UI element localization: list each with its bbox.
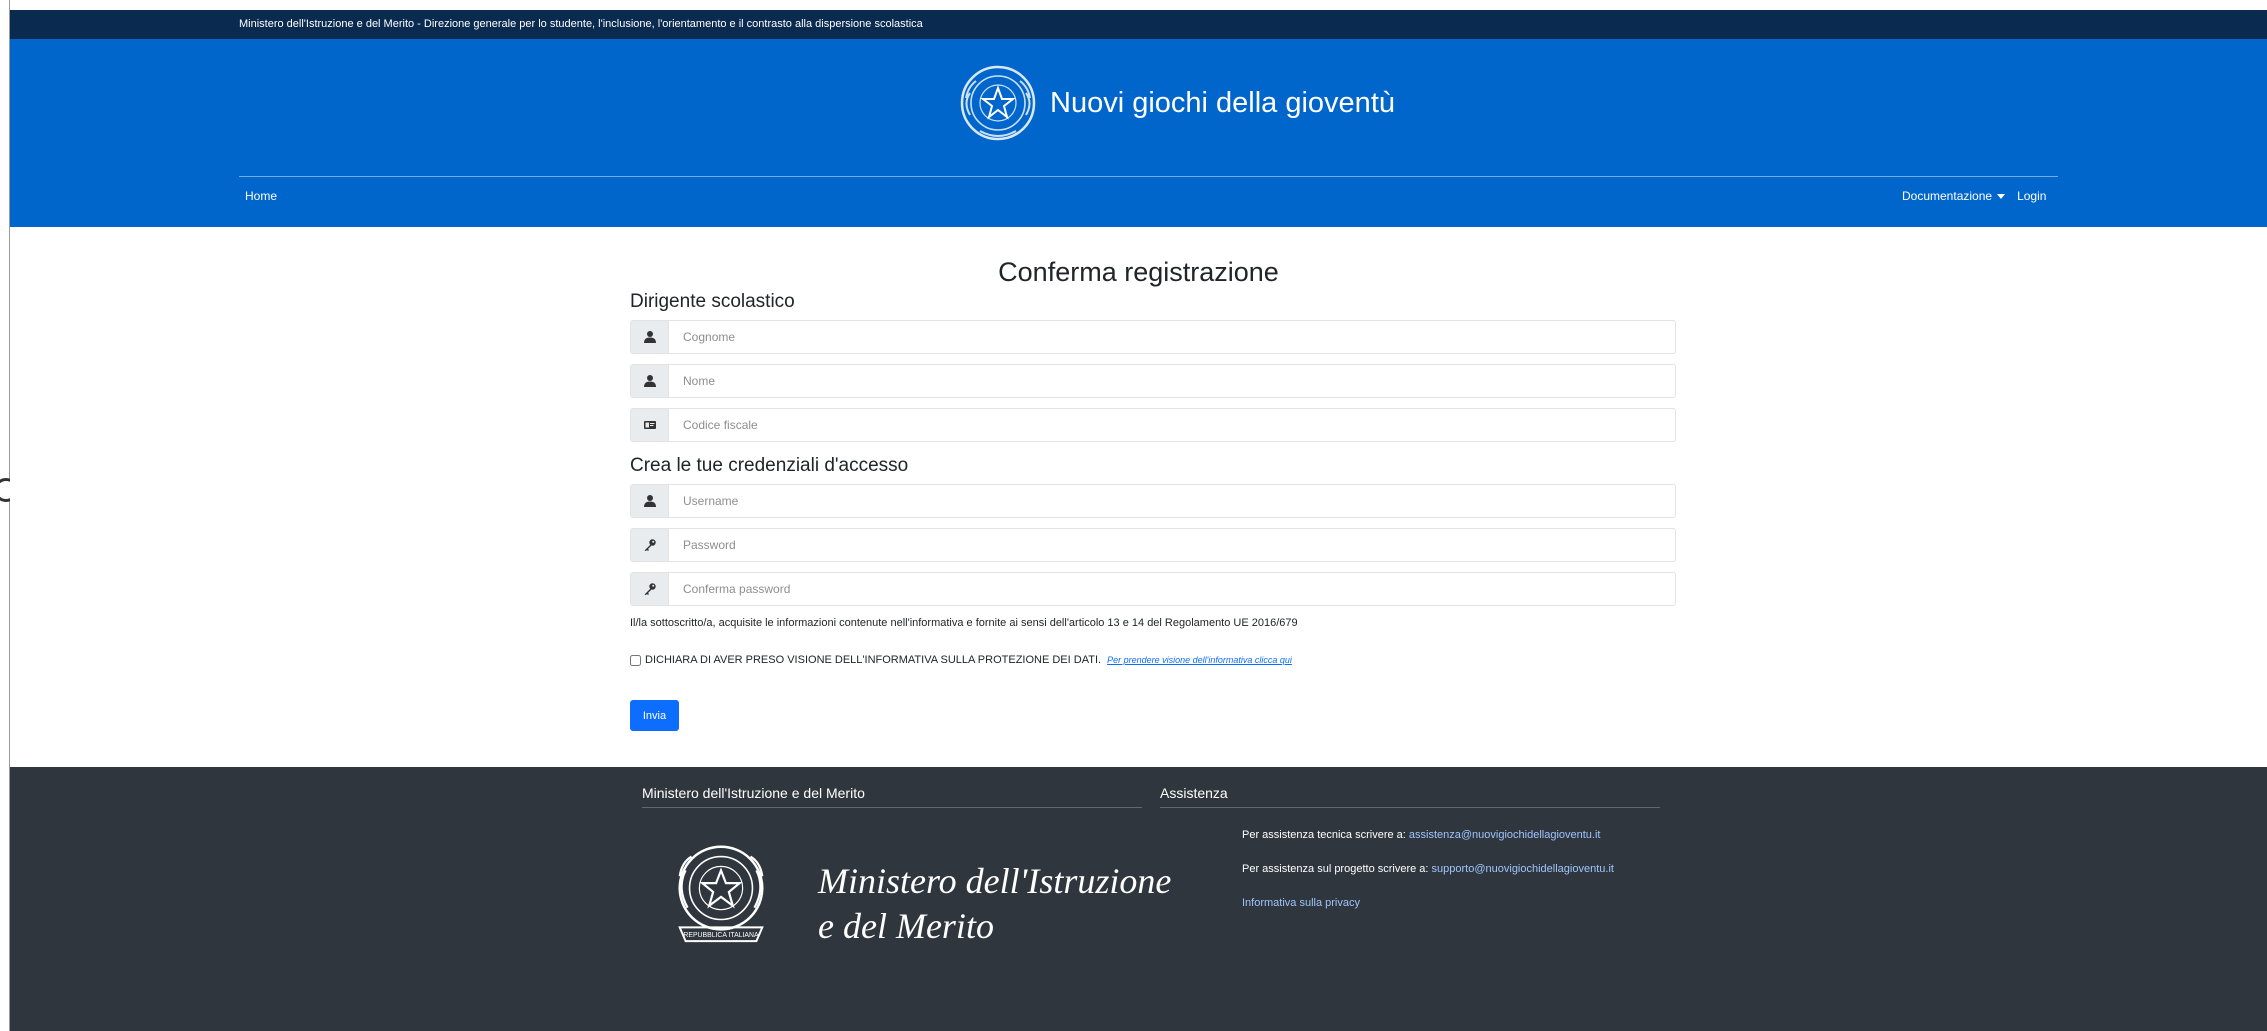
- footer-divider: [1160, 807, 1660, 808]
- tech-support-email[interactable]: assistenza@nuovigiochidellagioventu.it: [1409, 829, 1601, 841]
- submit-button[interactable]: Invia: [630, 700, 679, 731]
- privacy-info-link[interactable]: Per prendere visione dell'informativa cl…: [1107, 655, 1292, 665]
- italian-emblem-icon: [960, 65, 1036, 141]
- registration-content: Conferma registrazione Dirigente scolast…: [10, 227, 2267, 767]
- consent-text: Il/la sottoscritto/a, acquisite le infor…: [630, 617, 1298, 629]
- footer-ministry-heading: Ministero dell'Istruzione e del Merito: [642, 785, 865, 801]
- site-footer: Ministero dell'Istruzione e del Merito A…: [10, 767, 2267, 1031]
- username-input[interactable]: [669, 485, 1675, 517]
- privacy-policy-link[interactable]: Informativa sulla privacy: [1242, 897, 1360, 909]
- tech-support-label: Per assistenza tecnica scrivere a:: [1242, 829, 1406, 841]
- window-left-edge: [0, 0, 10, 1031]
- id-card-icon: [631, 409, 669, 441]
- nome-field: [630, 364, 1676, 398]
- footer-assistance-heading: Assistenza: [1160, 785, 1228, 801]
- ministry-seal-text: REPUBBLICA ITALIANA: [683, 932, 759, 939]
- page: Ministero dell'Istruzione e del Merito -…: [10, 10, 2267, 1031]
- project-support-line: Per assistenza sul progetto scrivere a: …: [1242, 863, 1614, 875]
- tech-support-line: Per assistenza tecnica scrivere a: assis…: [1242, 829, 1600, 841]
- user-icon: [631, 321, 669, 353]
- nav-home-link[interactable]: Home: [245, 189, 277, 203]
- section-credentials-title: Crea le tue credenziali d'accesso: [630, 455, 909, 476]
- project-support-label: Per assistenza sul progetto scrivere a:: [1242, 863, 1429, 875]
- password-field: [630, 528, 1676, 562]
- privacy-declaration: DICHIARA DI AVER PRESO VISIONE DELL'INFO…: [630, 654, 1292, 666]
- ministry-name-line1: Ministero dell'Istruzione: [818, 861, 1172, 901]
- cognome-field: [630, 320, 1676, 354]
- user-icon: [631, 485, 669, 517]
- user-icon: [631, 365, 669, 397]
- password-input[interactable]: [669, 529, 1675, 561]
- section-dirigente-title: Dirigente scolastico: [630, 291, 795, 312]
- username-field: [630, 484, 1676, 518]
- codice-fiscale-input[interactable]: [669, 409, 1675, 441]
- nav-right: Documentazione Login: [1902, 189, 2046, 203]
- caret-down-icon[interactable]: [1997, 194, 2006, 200]
- browser-frame: Ministero dell'Istruzione e del Merito -…: [0, 0, 2267, 1031]
- nome-input[interactable]: [669, 365, 1675, 397]
- ministry-name: Ministero dell'Istruzione e del Merito: [818, 859, 1171, 949]
- page-title: Conferma registrazione: [998, 257, 1279, 287]
- privacy-checkbox[interactable]: [630, 654, 641, 666]
- footer-divider: [642, 807, 1142, 808]
- nav-login-link[interactable]: Login: [2017, 189, 2046, 203]
- top-ministry-text: Ministero dell'Istruzione e del Merito -…: [239, 18, 923, 30]
- key-icon: [631, 529, 669, 561]
- project-support-email[interactable]: supporto@nuovigiochidellagioventu.it: [1432, 863, 1614, 875]
- privacy-declaration-text: DICHIARA DI AVER PRESO VISIONE DELL'INFO…: [645, 654, 1102, 666]
- ministry-name-line2: e del Merito: [818, 906, 994, 946]
- cognome-input[interactable]: [669, 321, 1675, 353]
- brand[interactable]: Nuovi giochi della gioventù: [948, 53, 1395, 153]
- key-icon: [631, 573, 669, 605]
- top-ministry-bar: Ministero dell'Istruzione e del Merito -…: [10, 10, 2267, 39]
- site-title: Nuovi giochi della gioventù: [1050, 86, 1395, 119]
- nav-documentation-dropdown[interactable]: Documentazione: [1902, 189, 1992, 203]
- confirm-password-field: [630, 572, 1676, 606]
- ministry-emblem-icon: REPUBBLICA ITALIANA: [678, 845, 764, 943]
- header-divider: [239, 176, 2058, 177]
- site-header: Nuovi giochi della gioventù Home Documen…: [10, 39, 2267, 227]
- privacy-policy-line: Informativa sulla privacy: [1242, 897, 1360, 909]
- codice-fiscale-field: [630, 408, 1676, 442]
- confirm-password-input[interactable]: [669, 573, 1675, 605]
